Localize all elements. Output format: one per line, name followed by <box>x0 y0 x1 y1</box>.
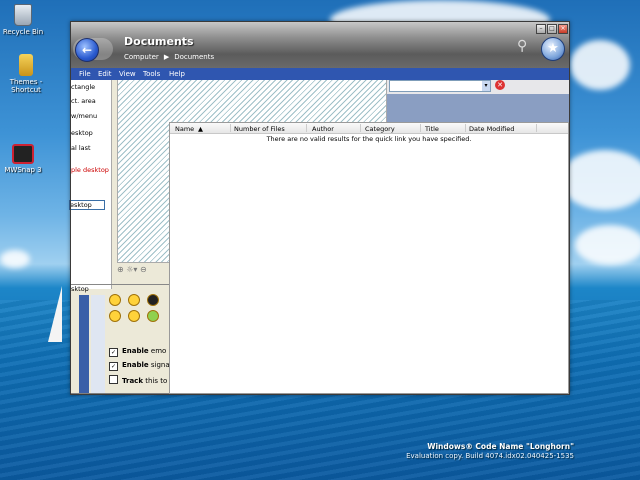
build-watermark-title: Windows® Code Name "Longhorn" <box>427 442 574 451</box>
cloud <box>575 225 640 265</box>
menu-help[interactable]: Help <box>169 70 185 78</box>
desktop-icon-label: Themes - Shortcut <box>9 78 43 94</box>
breadcrumb-item-documents[interactable]: Documents <box>174 53 214 61</box>
star-icon: ★ <box>547 41 559 56</box>
column-divider[interactable] <box>360 124 361 132</box>
column-divider[interactable] <box>306 124 307 132</box>
desktop-icon-label: Recycle Bin <box>2 28 44 36</box>
breadcrumb-item-computer[interactable]: Computer <box>124 53 159 61</box>
menu-bar: File Edit View Tools Help <box>71 68 569 80</box>
cloud <box>570 40 630 90</box>
search-button[interactable]: ⚲ <box>517 38 533 54</box>
back-button[interactable]: ← <box>75 38 99 62</box>
menu-tools[interactable]: Tools <box>143 70 160 78</box>
favorites-button[interactable]: ★ <box>541 37 565 61</box>
maximize-button[interactable]: □ <box>547 24 557 34</box>
desktop-icon-label: MWSnap 3 <box>4 166 42 174</box>
column-header-number-of-files[interactable]: Number of Files <box>234 125 285 133</box>
close-button[interactable]: × <box>558 24 568 34</box>
search-icon: ⚲ <box>517 38 528 54</box>
minimize-button[interactable]: – <box>536 24 546 34</box>
column-divider[interactable] <box>465 124 466 132</box>
empty-results-message: There are no valid results for the quick… <box>266 135 472 143</box>
window-title: Documents <box>124 35 194 48</box>
camera-icon <box>12 144 34 164</box>
chevron-right-icon: ▶ <box>163 53 170 61</box>
column-divider[interactable] <box>536 124 537 132</box>
column-divider[interactable] <box>230 124 231 132</box>
column-header-date-modified[interactable]: Date Modified <box>469 125 514 133</box>
desktop-icon-themes-shortcut[interactable]: Themes - Shortcut <box>0 54 54 94</box>
column-divider[interactable] <box>420 124 421 132</box>
menu-edit[interactable]: Edit <box>98 70 112 78</box>
column-header-author[interactable]: Author <box>312 125 334 133</box>
themes-folder-icon <box>19 54 33 76</box>
desktop-icon-recycle-bin[interactable]: Recycle Bin <box>0 4 51 36</box>
column-header-name[interactable]: Name <box>175 125 194 133</box>
cloud <box>560 150 640 210</box>
title-bar[interactable]: ← Documents Computer ▶ Documents – □ × ⚲ ★ <box>71 22 569 68</box>
back-arrow-icon: ← <box>81 43 93 57</box>
build-watermark-build: Evaluation copy. Build 4074.idx02.040425… <box>406 452 574 460</box>
menu-view[interactable]: View <box>119 70 136 78</box>
breadcrumb: Computer ▶ Documents <box>124 53 214 61</box>
results-list[interactable]: Name ▲ Number of Files Author Category T… <box>169 122 569 394</box>
desktop-icon-mwsnap[interactable]: MWSnap 3 <box>0 144 51 174</box>
recycle-bin-icon <box>14 4 32 26</box>
sort-ascending-icon: ▲ <box>198 125 203 133</box>
menu-file[interactable]: File <box>79 70 91 78</box>
cloud <box>0 250 30 268</box>
column-header-title[interactable]: Title <box>425 125 439 133</box>
column-header-row: Name ▲ Number of Files Author Category T… <box>170 123 568 134</box>
column-header-category[interactable]: Category <box>365 125 395 133</box>
sailboat <box>48 286 62 342</box>
